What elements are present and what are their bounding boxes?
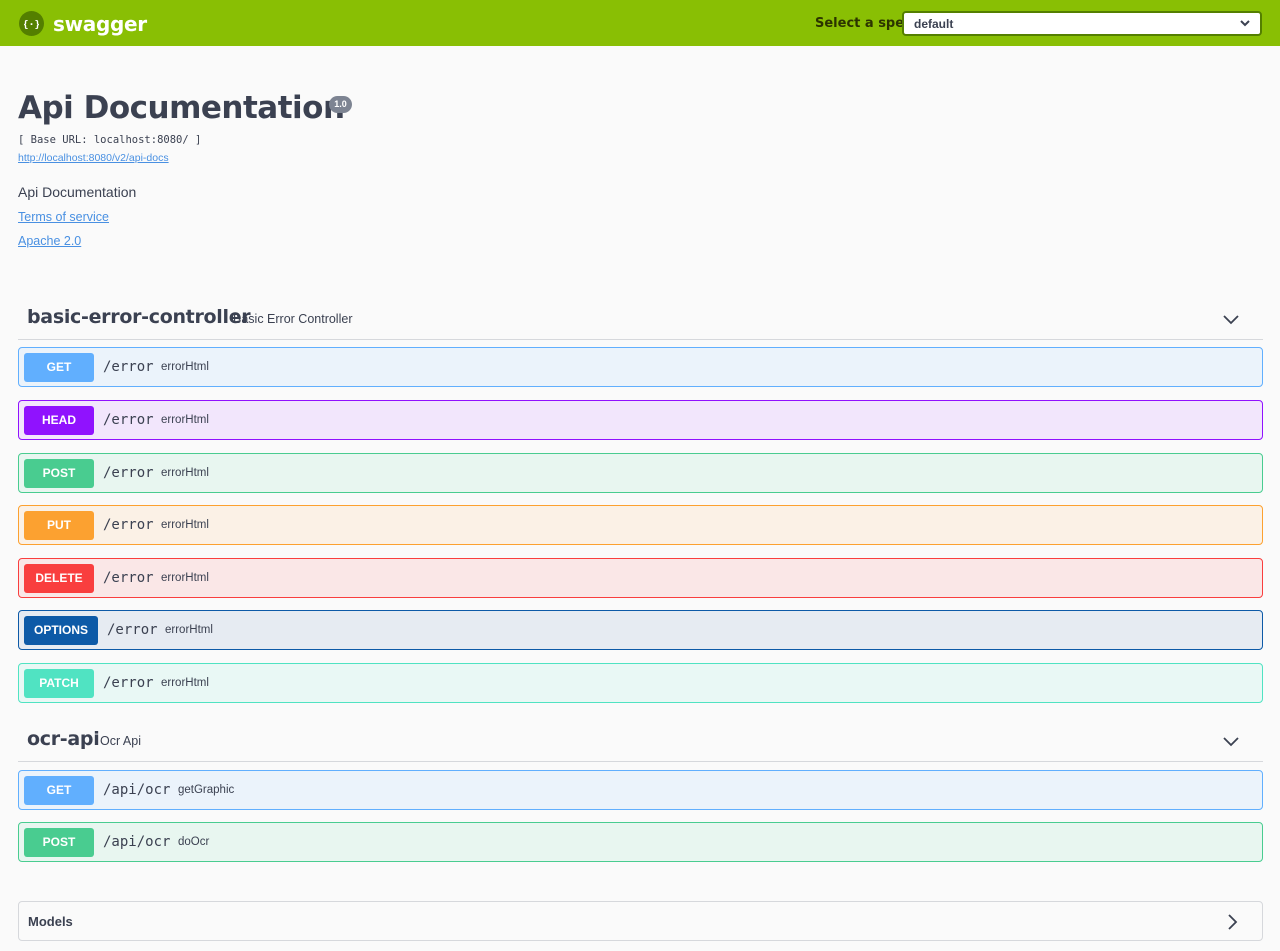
method-badge-get: GET xyxy=(24,353,94,382)
operation-summary: errorHtml xyxy=(161,677,209,689)
operation-summary: errorHtml xyxy=(165,624,213,636)
chevron-down-icon[interactable] xyxy=(1221,310,1241,330)
tag-name: basic-error-controller xyxy=(27,306,251,328)
operation-options-error[interactable]: OPTIONS /error errorHtml xyxy=(18,610,1263,650)
operation-post-error[interactable]: POST /error errorHtml xyxy=(18,453,1263,493)
method-badge-delete: DELETE xyxy=(24,564,94,593)
tag-header-ocr-api[interactable]: ocr-api Ocr Api xyxy=(18,722,1263,762)
version-badge: 1.0 xyxy=(329,96,352,113)
operation-path: /api/ocr xyxy=(103,834,171,850)
method-badge-head: HEAD xyxy=(24,406,94,435)
page-title: Api Documentation xyxy=(18,90,345,126)
swagger-logo-icon: {·} xyxy=(19,11,44,36)
tag-description: Basic Error Controller xyxy=(233,312,353,326)
terms-of-service-link[interactable]: Terms of service xyxy=(18,210,109,224)
operation-get-error[interactable]: GET /error errorHtml xyxy=(18,347,1263,387)
operation-head-error[interactable]: HEAD /error errorHtml xyxy=(18,400,1263,440)
license-link[interactable]: Apache 2.0 xyxy=(18,234,81,248)
operation-path: /error xyxy=(103,465,154,481)
models-section[interactable]: Models xyxy=(18,901,1263,941)
method-badge-post: POST xyxy=(24,828,94,857)
topbar: {·} swagger Select a spec default xyxy=(0,0,1280,46)
swagger-logo[interactable]: {·} swagger xyxy=(19,11,147,36)
operation-path: /error xyxy=(107,622,158,638)
operation-summary: errorHtml xyxy=(161,572,209,584)
api-docs-link[interactable]: http://localhost:8080/v2/api-docs xyxy=(18,152,169,164)
method-badge-post: POST xyxy=(24,459,94,488)
chevron-right-icon[interactable] xyxy=(1222,912,1242,932)
method-badge-put: PUT xyxy=(24,511,94,540)
spec-select-value: default xyxy=(914,17,954,31)
operation-summary: getGraphic xyxy=(178,784,235,796)
operation-get-api-ocr[interactable]: GET /api/ocr getGraphic xyxy=(18,770,1263,810)
api-description: Api Documentation xyxy=(18,184,137,200)
operation-path: /error xyxy=(103,675,154,691)
operation-summary: errorHtml xyxy=(161,519,209,531)
operation-post-api-ocr[interactable]: POST /api/ocr doOcr xyxy=(18,822,1263,862)
method-badge-patch: PATCH xyxy=(24,669,94,698)
operation-summary: doOcr xyxy=(178,836,210,848)
operation-path: /error xyxy=(103,359,154,375)
tag-name: ocr-api xyxy=(27,728,100,750)
operation-summary: errorHtml xyxy=(161,361,209,373)
method-badge-options: OPTIONS xyxy=(24,616,98,645)
operation-summary: errorHtml xyxy=(161,467,209,479)
operation-path: /api/ocr xyxy=(103,782,171,798)
base-url: [ Base URL: localhost:8080/ ] xyxy=(18,134,202,146)
svg-text:{·}: {·} xyxy=(24,20,39,31)
select-spec-label: Select a spec xyxy=(815,16,912,31)
tag-header-basic-error-controller[interactable]: basic-error-controller Basic Error Contr… xyxy=(18,300,1263,340)
operation-delete-error[interactable]: DELETE /error errorHtml xyxy=(18,558,1263,598)
operation-put-error[interactable]: PUT /error errorHtml xyxy=(18,505,1263,545)
operation-path: /error xyxy=(103,570,154,586)
swagger-logo-text: swagger xyxy=(53,11,147,36)
operation-summary: errorHtml xyxy=(161,414,209,426)
operation-path: /error xyxy=(103,517,154,533)
chevron-down-icon xyxy=(1240,20,1250,27)
method-badge-get: GET xyxy=(24,776,94,805)
models-label: Models xyxy=(28,914,73,929)
operation-patch-error[interactable]: PATCH /error errorHtml xyxy=(18,663,1263,703)
tag-description: Ocr Api xyxy=(100,734,141,748)
chevron-down-icon[interactable] xyxy=(1221,732,1241,752)
operation-path: /error xyxy=(103,412,154,428)
spec-select[interactable]: default xyxy=(902,11,1262,36)
